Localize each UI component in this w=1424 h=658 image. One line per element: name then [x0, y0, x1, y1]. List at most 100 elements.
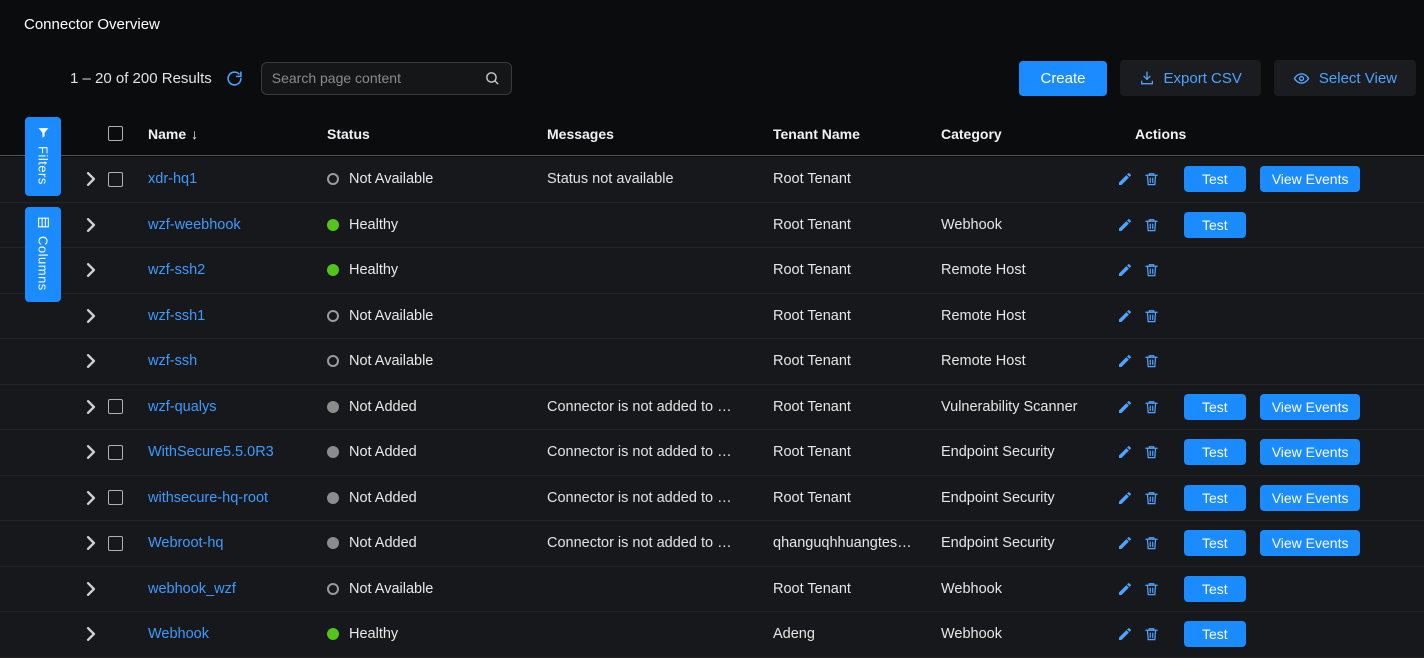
export-csv-button[interactable]: Export CSV	[1120, 60, 1261, 96]
create-button[interactable]: Create	[1019, 61, 1106, 96]
tenant-name: Root Tenant	[773, 581, 941, 597]
delete-icon[interactable]	[1144, 171, 1159, 187]
delete-icon[interactable]	[1144, 353, 1159, 369]
row-checkbox[interactable]	[108, 536, 123, 551]
connector-name-link[interactable]: Webhook	[148, 626, 209, 642]
tenant-name: Root Tenant	[773, 308, 941, 324]
connector-name-link[interactable]: xdr-hq1	[148, 171, 197, 187]
status-dot-icon	[327, 264, 339, 276]
expand-chevron-icon[interactable]	[86, 218, 96, 232]
tenant-name: qhanguqhhuangtes…	[773, 535, 941, 551]
status-text: Not Available	[349, 353, 433, 369]
status-text: Not Available	[349, 171, 433, 187]
expand-chevron-icon[interactable]	[86, 309, 96, 323]
status-dot-icon	[327, 173, 339, 185]
category-text: Remote Host	[941, 308, 1117, 324]
expand-chevron-icon[interactable]	[86, 491, 96, 505]
expand-chevron-icon[interactable]	[86, 172, 96, 186]
connector-name-link[interactable]: wzf-qualys	[148, 399, 217, 415]
edit-icon[interactable]	[1117, 399, 1133, 415]
edit-icon[interactable]	[1117, 262, 1133, 278]
expand-chevron-icon[interactable]	[86, 536, 96, 550]
status-text: Healthy	[349, 217, 398, 233]
refresh-icon[interactable]	[226, 70, 243, 87]
expand-chevron-icon[interactable]	[86, 582, 96, 596]
edit-icon[interactable]	[1117, 581, 1133, 597]
delete-icon[interactable]	[1144, 308, 1159, 324]
tenant-name: Root Tenant	[773, 171, 941, 187]
eye-icon	[1293, 70, 1310, 87]
search-input[interactable]	[272, 70, 484, 86]
delete-icon[interactable]	[1144, 490, 1159, 506]
view-events-button[interactable]: View Events	[1260, 530, 1361, 556]
delete-icon[interactable]	[1144, 444, 1159, 460]
connector-name-link[interactable]: wzf-ssh1	[148, 308, 205, 324]
test-button[interactable]: Test	[1184, 576, 1246, 602]
view-events-button[interactable]: View Events	[1260, 485, 1361, 511]
page-title: Connector Overview	[24, 16, 160, 33]
test-button[interactable]: Test	[1184, 166, 1246, 192]
connector-name-link[interactable]: Webroot-hq	[148, 535, 224, 551]
tenant-name: Adeng	[773, 626, 941, 642]
select-view-button[interactable]: Select View	[1274, 60, 1416, 96]
delete-icon[interactable]	[1144, 626, 1159, 642]
expand-chevron-icon[interactable]	[86, 445, 96, 459]
delete-icon[interactable]	[1144, 217, 1159, 233]
expand-chevron-icon[interactable]	[86, 400, 96, 414]
select-all-checkbox[interactable]	[108, 126, 123, 141]
connector-name-link[interactable]: withsecure-hq-root	[148, 490, 268, 506]
test-button[interactable]: Test	[1184, 394, 1246, 420]
message-text: Connector is not added to …	[547, 535, 773, 551]
connector-name-link[interactable]: WithSecure5.5.0R3	[148, 444, 274, 460]
delete-icon[interactable]	[1144, 262, 1159, 278]
status-text: Not Available	[349, 308, 433, 324]
view-events-button[interactable]: View Events	[1260, 439, 1361, 465]
message-text: Connector is not added to …	[547, 399, 773, 415]
expand-chevron-icon[interactable]	[86, 627, 96, 641]
connector-name-link[interactable]: wzf-ssh	[148, 353, 197, 369]
results-count: 1 – 20 of 200 Results	[70, 70, 212, 87]
delete-icon[interactable]	[1144, 535, 1159, 551]
edit-icon[interactable]	[1117, 217, 1133, 233]
connector-name-link[interactable]: wzf-ssh2	[148, 262, 205, 278]
table-row: wzf-ssh2HealthyRoot TenantRemote Host	[0, 248, 1424, 294]
row-checkbox[interactable]	[108, 490, 123, 505]
test-button[interactable]: Test	[1184, 485, 1246, 511]
columns-tab[interactable]: Columns	[25, 207, 61, 302]
filter-icon	[37, 126, 50, 139]
edit-icon[interactable]	[1117, 308, 1133, 324]
expand-chevron-icon[interactable]	[86, 263, 96, 277]
tenant-name: Root Tenant	[773, 217, 941, 233]
header-name[interactable]: Name ↓	[148, 126, 327, 142]
connector-name-link[interactable]: wzf-weebhook	[148, 217, 241, 233]
test-button[interactable]: Test	[1184, 530, 1246, 556]
status-text: Not Available	[349, 581, 433, 597]
edit-icon[interactable]	[1117, 171, 1133, 187]
edit-icon[interactable]	[1117, 490, 1133, 506]
table-row: webhook_wzfNot AvailableRoot TenantWebho…	[0, 567, 1424, 613]
expand-chevron-icon[interactable]	[86, 354, 96, 368]
status-text: Healthy	[349, 626, 398, 642]
status-text: Not Added	[349, 535, 417, 551]
test-button[interactable]: Test	[1184, 212, 1246, 238]
test-button[interactable]: Test	[1184, 439, 1246, 465]
status-text: Not Added	[349, 490, 417, 506]
filters-tab[interactable]: Filters	[25, 117, 61, 196]
status-text: Not Added	[349, 444, 417, 460]
view-events-button[interactable]: View Events	[1260, 166, 1361, 192]
delete-icon[interactable]	[1144, 581, 1159, 597]
edit-icon[interactable]	[1117, 626, 1133, 642]
row-checkbox[interactable]	[108, 399, 123, 414]
status-dot-icon	[327, 628, 339, 640]
edit-icon[interactable]	[1117, 353, 1133, 369]
row-checkbox[interactable]	[108, 445, 123, 460]
search-icon	[484, 70, 501, 87]
edit-icon[interactable]	[1117, 535, 1133, 551]
connector-name-link[interactable]: webhook_wzf	[148, 581, 236, 597]
row-checkbox[interactable]	[108, 172, 123, 187]
test-button[interactable]: Test	[1184, 621, 1246, 647]
edit-icon[interactable]	[1117, 444, 1133, 460]
category-text: Endpoint Security	[941, 535, 1117, 551]
view-events-button[interactable]: View Events	[1260, 394, 1361, 420]
delete-icon[interactable]	[1144, 399, 1159, 415]
